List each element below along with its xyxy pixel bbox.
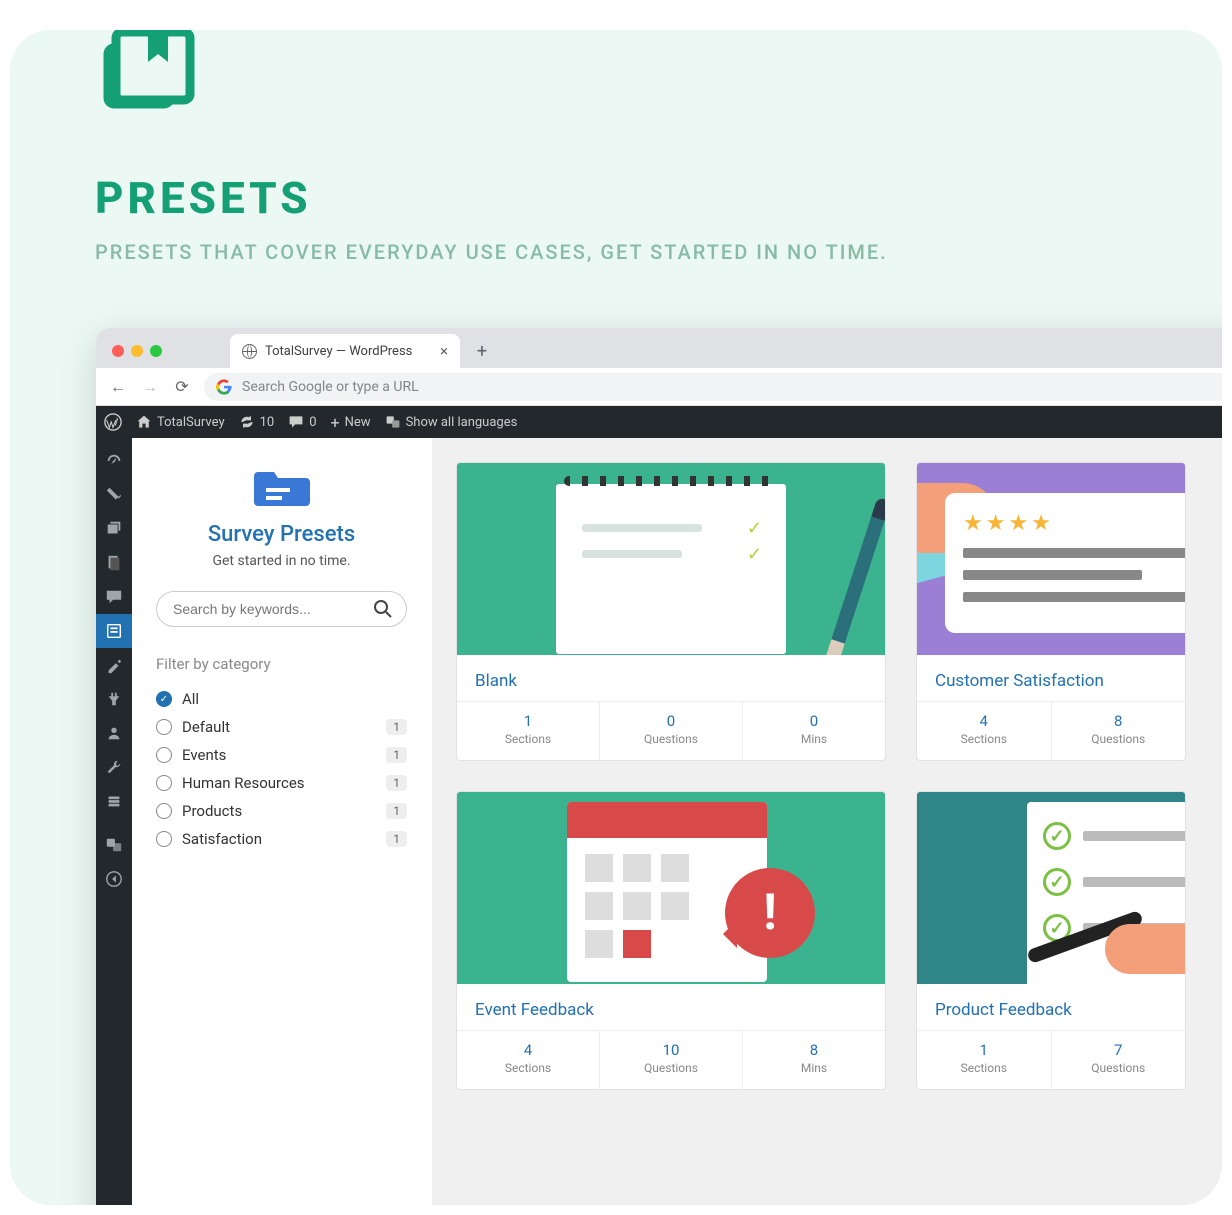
category-count: 1 — [386, 831, 407, 847]
category-human-resources[interactable]: Human Resources 1 — [156, 769, 407, 797]
category-label: Default — [182, 718, 230, 736]
dashboard-icon[interactable] — [96, 444, 132, 478]
folder-icon — [254, 466, 310, 510]
search-icon — [373, 599, 393, 619]
category-products[interactable]: Products 1 — [156, 797, 407, 825]
updates-link[interactable]: 10 — [239, 414, 275, 430]
wp-logo-icon[interactable] — [104, 413, 122, 431]
category-label: Satisfaction — [182, 830, 262, 848]
wp-sidebar — [96, 438, 132, 1205]
posts-icon[interactable] — [96, 478, 132, 512]
google-icon — [216, 379, 232, 395]
media-icon[interactable] — [96, 512, 132, 546]
tools-icon[interactable] — [96, 750, 132, 784]
plugins-icon[interactable] — [96, 682, 132, 716]
category-count: 1 — [386, 775, 407, 791]
preset-title: Event Feedback — [457, 984, 885, 1030]
presets-title: Survey Presets — [156, 522, 407, 547]
wp-admin-bar: TotalSurvey 10 0 +New Show all languages — [96, 406, 1222, 438]
presets-sidebar: Survey Presets Get started in no time. F… — [132, 438, 432, 1205]
new-tab-button[interactable]: + — [468, 341, 496, 362]
filter-heading: Filter by category — [156, 655, 407, 673]
preset-thumb: ★★★★ — [917, 463, 1185, 655]
users-icon[interactable] — [96, 716, 132, 750]
preset-thumb: ✓✓ — [457, 463, 885, 655]
settings-icon[interactable] — [96, 784, 132, 818]
preset-card-customer-satisfaction[interactable]: ★★★★ Customer Satisfaction 4Sections 8Qu… — [916, 462, 1186, 761]
category-count: 1 — [386, 747, 407, 763]
traffic-lights — [112, 345, 162, 357]
radio-icon — [156, 747, 172, 763]
radio-icon — [156, 691, 172, 707]
close-tab-icon[interactable]: × — [440, 344, 448, 359]
back-icon[interactable]: ← — [108, 377, 128, 397]
preset-title: Blank — [457, 655, 885, 701]
new-link[interactable]: +New — [331, 413, 371, 432]
search-input[interactable] — [156, 591, 407, 627]
category-label: Events — [182, 746, 226, 764]
url-input[interactable]: Search Google or type a URL — [204, 373, 1222, 401]
category-default[interactable]: Default 1 — [156, 713, 407, 741]
forward-icon[interactable]: → — [140, 377, 160, 397]
category-count: 1 — [386, 719, 407, 735]
radio-icon — [156, 803, 172, 819]
preset-card-blank[interactable]: ✓✓ Blank 1Sections 0Questions 0Mins — [456, 462, 886, 761]
radio-icon — [156, 775, 172, 791]
globe-icon — [242, 344, 257, 359]
category-all[interactable]: All — [156, 685, 407, 713]
browser-tabbar: TotalSurvey — WordPress × + — [96, 328, 1222, 368]
preset-thumb — [917, 792, 1185, 984]
minimize-window-icon[interactable] — [131, 345, 143, 357]
radio-icon — [156, 831, 172, 847]
maximize-window-icon[interactable] — [150, 345, 162, 357]
preset-card-product-feedback[interactable]: Product Feedback 1Sections 7Questions — [916, 791, 1186, 1090]
hero-subtitle: PRESETS THAT COVER EVERYDAY USE CASES, G… — [95, 240, 888, 264]
appearance-icon[interactable] — [96, 648, 132, 682]
tab-title: TotalSurvey — WordPress — [265, 344, 412, 359]
preset-card-event-feedback[interactable]: ! Event Feedback 4Sections 10Questions 8… — [456, 791, 886, 1090]
hero-title: PRESETS — [95, 172, 312, 224]
radio-icon — [156, 719, 172, 735]
comments-icon[interactable] — [96, 580, 132, 614]
category-label: Human Resources — [182, 774, 305, 792]
browser-window: TotalSurvey — WordPress × + ← → ⟳ Search… — [96, 328, 1222, 1205]
reload-icon[interactable]: ⟳ — [172, 377, 192, 396]
pages-icon[interactable] — [96, 546, 132, 580]
preset-title: Product Feedback — [917, 984, 1185, 1030]
category-count: 1 — [386, 803, 407, 819]
preset-thumb: ! — [457, 792, 885, 984]
languages-link[interactable]: Show all languages — [385, 414, 518, 430]
browser-toolbar: ← → ⟳ Search Google or type a URL — [96, 368, 1222, 406]
presets-gallery: ✓✓ Blank 1Sections 0Questions 0Mins — [432, 438, 1222, 1205]
category-events[interactable]: Events 1 — [156, 741, 407, 769]
presets-library-icon — [98, 30, 198, 120]
presets-subtitle: Get started in no time. — [156, 553, 407, 569]
site-link[interactable]: TotalSurvey — [136, 414, 225, 430]
collapse-icon[interactable] — [96, 862, 132, 896]
translate-icon[interactable] — [96, 828, 132, 862]
category-satisfaction[interactable]: Satisfaction 1 — [156, 825, 407, 853]
preset-title: Customer Satisfaction — [917, 655, 1185, 701]
comments-link[interactable]: 0 — [288, 414, 316, 430]
close-window-icon[interactable] — [112, 345, 124, 357]
category-label: Products — [182, 802, 242, 820]
browser-tab[interactable]: TotalSurvey — WordPress × — [230, 334, 460, 368]
url-placeholder: Search Google or type a URL — [242, 379, 419, 395]
totalsurvey-icon[interactable] — [96, 614, 132, 648]
category-label: All — [182, 690, 199, 708]
